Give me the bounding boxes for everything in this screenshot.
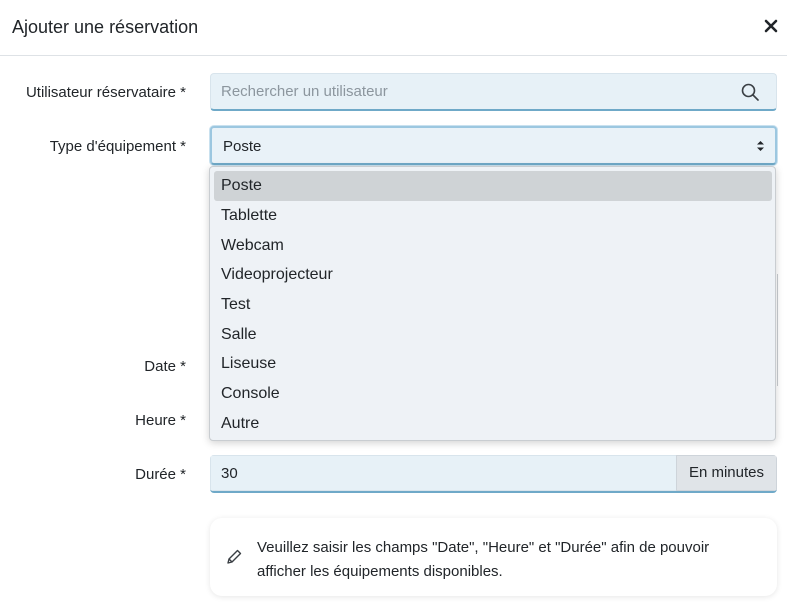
- option-videoprojecteur[interactable]: Videoprojecteur: [214, 260, 772, 290]
- duree-label: Durée *: [135, 466, 186, 483]
- equipment-type-label: Type d'équipement *: [49, 138, 186, 155]
- pencil-icon: [225, 548, 243, 566]
- equipment-type-select[interactable]: Poste: [210, 126, 777, 165]
- duree-value[interactable]: 30: [221, 465, 238, 482]
- info-message: Veuillez saisir les champs "Date", "Heur…: [210, 518, 777, 596]
- duree-input[interactable]: 30: [210, 455, 676, 491]
- modal-title: Ajouter une réservation: [12, 17, 199, 37]
- option-autre[interactable]: Autre: [214, 409, 772, 439]
- user-label: Utilisateur réservataire *: [25, 84, 186, 101]
- user-search-field[interactable]: Rechercher un utilisateur: [210, 73, 777, 111]
- close-icon[interactable]: [764, 16, 778, 36]
- option-salle[interactable]: Salle: [214, 320, 772, 350]
- select-caret-icon[interactable]: [756, 139, 765, 153]
- option-poste[interactable]: Poste: [214, 171, 772, 201]
- date-label: Date *: [144, 358, 186, 375]
- info-text: Veuillez saisir les champs "Date", "Heur…: [257, 539, 710, 580]
- option-console[interactable]: Console: [214, 379, 772, 409]
- search-icon[interactable]: [741, 83, 759, 101]
- option-test[interactable]: Test: [214, 290, 772, 320]
- duree-input-group: 30 En minutes: [210, 455, 777, 493]
- option-tablette[interactable]: Tablette: [214, 201, 772, 231]
- user-search-placeholder[interactable]: Rechercher un utilisateur: [221, 83, 388, 100]
- option-liseuse[interactable]: Liseuse: [214, 349, 772, 379]
- equipment-type-dropdown[interactable]: Poste Tablette Webcam Videoprojecteur Te…: [209, 166, 776, 441]
- modal-header: Ajouter une réservation: [0, 0, 787, 56]
- heure-label: Heure *: [135, 412, 186, 429]
- duree-unit-addon: En minutes: [676, 455, 777, 491]
- option-webcam[interactable]: Webcam: [214, 231, 772, 261]
- equipment-type-value[interactable]: Poste: [223, 138, 261, 155]
